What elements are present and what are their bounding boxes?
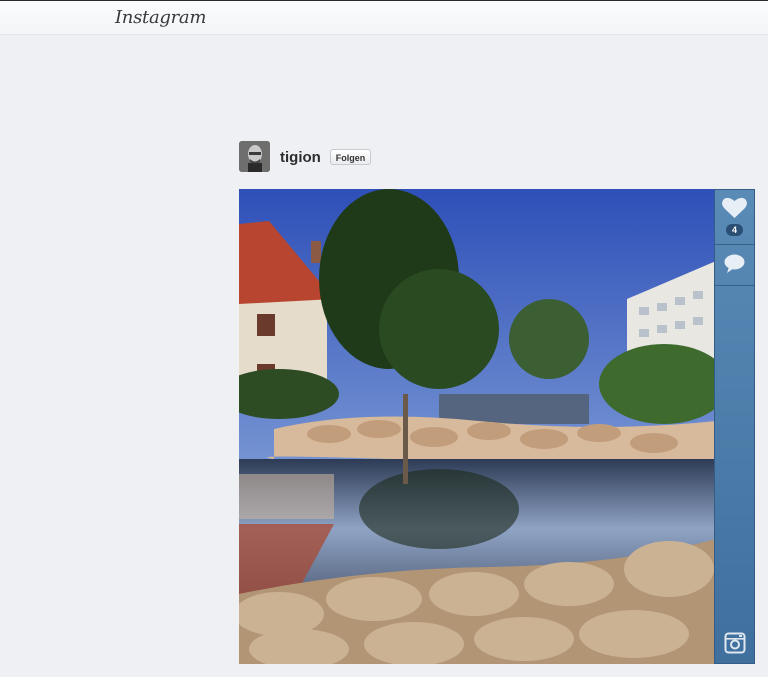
instagram-camera-icon	[724, 632, 746, 654]
post-photo[interactable]	[239, 189, 716, 664]
instagram-logo[interactable]: Instagram	[115, 7, 206, 28]
flood-scene-image	[239, 189, 716, 664]
comment-bubble-icon	[724, 254, 745, 273]
avatar[interactable]	[239, 141, 270, 172]
comment-button[interactable]	[715, 245, 754, 285]
top-bar: Instagram	[0, 0, 768, 35]
sidebar-divider	[715, 285, 754, 286]
instagram-camera-button[interactable]	[724, 632, 746, 654]
avatar-portrait-icon	[239, 141, 270, 172]
follow-button[interactable]: Folgen	[330, 149, 371, 165]
like-count: 4	[726, 224, 743, 236]
heart-icon	[722, 197, 747, 218]
post-action-sidebar: 4	[714, 189, 755, 664]
like-button[interactable]: 4	[715, 190, 754, 244]
username[interactable]: tigion	[280, 149, 321, 166]
